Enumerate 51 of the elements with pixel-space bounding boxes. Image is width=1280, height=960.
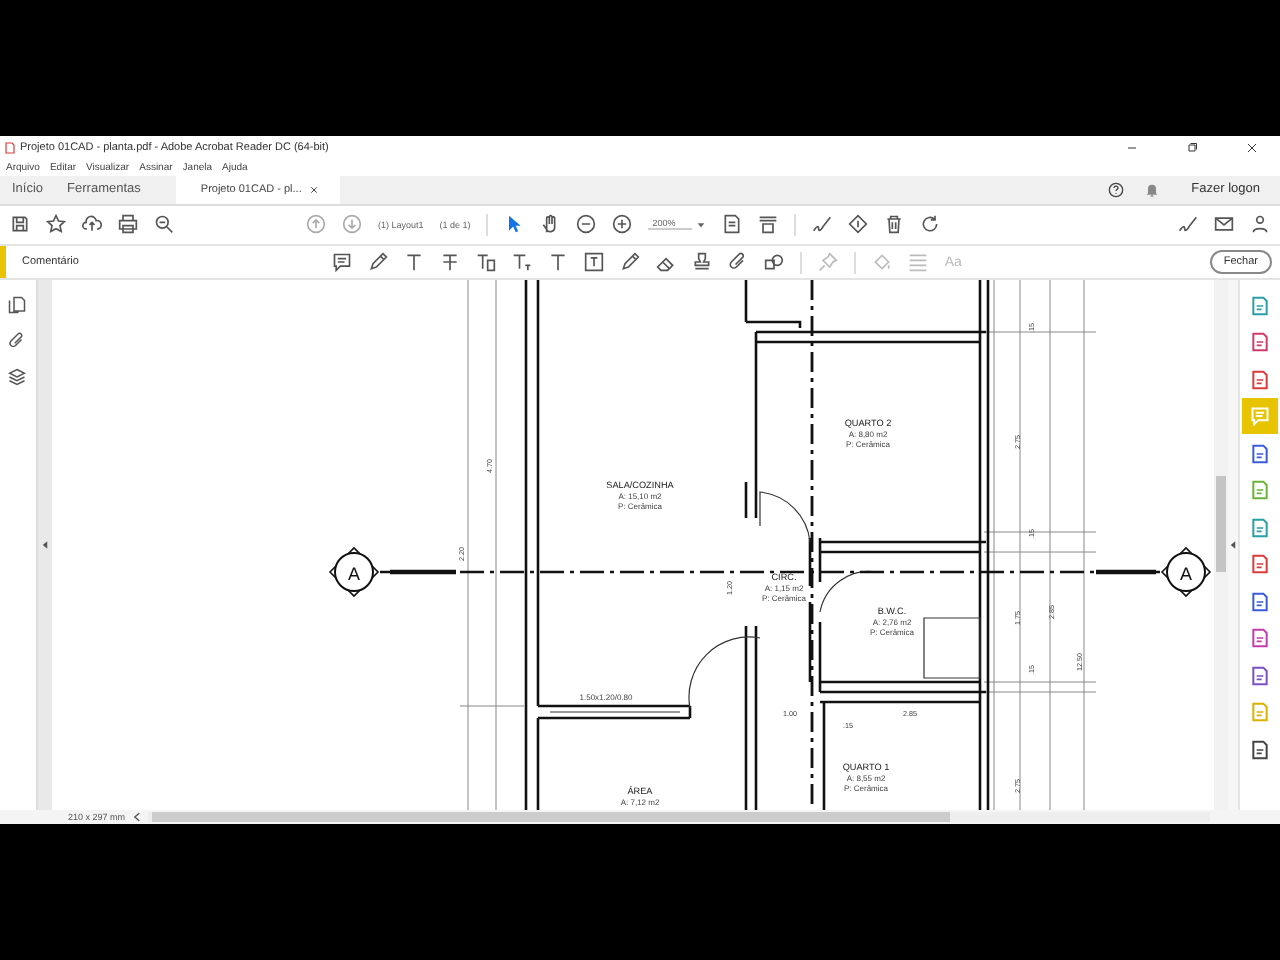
bell-icon[interactable] [1143,181,1160,198]
print-icon[interactable] [118,214,138,235]
person-icon[interactable] [1250,214,1270,235]
scroll-mode-icon[interactable] [757,214,778,235]
zoom-out-icon[interactable] [154,214,174,235]
diamond-icon[interactable] [847,214,868,235]
hand-icon[interactable] [540,214,561,235]
text-icon[interactable] [548,252,569,273]
layers-icon[interactable] [8,368,27,387]
help-icon[interactable] [1107,181,1124,198]
pages-icon[interactable] [8,296,27,315]
zoom-in-icon[interactable] [612,214,633,235]
close-icon[interactable] [309,185,318,194]
document-icon [1250,702,1271,723]
eraser-icon[interactable] [656,252,677,273]
document-icon [1250,295,1271,316]
sticky-note-icon[interactable] [332,252,353,273]
minimize-icon[interactable] [1126,141,1138,154]
comment-icon [1250,406,1271,427]
document-icon [1250,628,1271,649]
attachment-icon[interactable] [728,252,749,273]
collapse-arrow-icon[interactable] [1230,540,1237,551]
text-field-icon[interactable] [584,252,605,273]
document-icon [1250,369,1271,390]
pencil-icon[interactable] [620,252,641,273]
save-icon[interactable] [10,214,30,235]
expand-arrow-icon[interactable] [41,540,48,551]
mail-icon[interactable] [1214,214,1234,235]
trash-icon[interactable] [883,214,904,235]
restore-icon[interactable] [1186,141,1198,154]
caret-icon[interactable] [695,219,706,230]
pencil-icon[interactable] [368,252,389,273]
section-marker-drawing [328,547,379,598]
shapes-icon[interactable] [764,252,785,273]
attachment-icon[interactable] [8,332,27,351]
section-marker-label: A [347,564,360,585]
zoom-out-icon[interactable] [576,214,597,235]
scrollbar[interactable] [147,812,1210,823]
rotate-icon[interactable] [919,214,940,235]
pointer-icon[interactable] [504,214,525,235]
page-fit-icon[interactable] [721,214,742,235]
star-icon[interactable] [46,214,66,235]
subscript-icon[interactable] [512,252,533,273]
text-box-icon[interactable] [476,252,497,273]
close-icon[interactable] [1246,141,1258,154]
stamp-icon[interactable] [692,252,713,273]
cloud-upload-icon[interactable] [82,214,102,235]
strikethrough-icon[interactable] [440,252,461,273]
text-icon[interactable] [404,252,425,273]
scroll-left-icon[interactable] [133,812,140,823]
section-marker-label: A [1179,564,1192,585]
